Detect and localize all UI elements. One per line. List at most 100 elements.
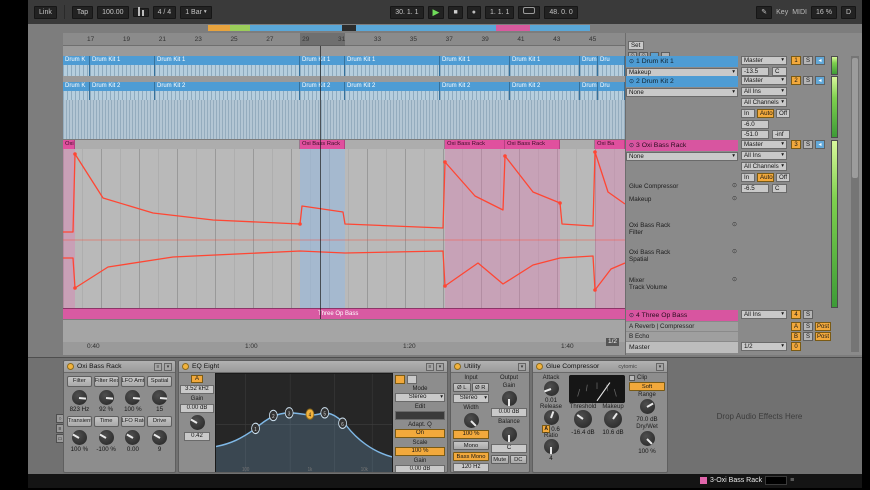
audio-clip[interactable]: Drum [580, 56, 598, 76]
audio-clip[interactable]: Drum Kit 1 [440, 56, 510, 76]
band-frequency-field[interactable]: 3.52 kHz [180, 385, 214, 394]
audio-clip[interactable]: Drum Kit 2 [300, 82, 345, 100]
macro-value[interactable]: -100 % [94, 446, 119, 453]
macro-button[interactable]: LFO Amt [120, 376, 146, 387]
return-b-activator[interactable]: B [791, 332, 801, 341]
output-chooser-track2[interactable]: Master [741, 76, 787, 85]
range-value[interactable]: 70.0 dB [629, 416, 665, 423]
eq-spectrum-display[interactable]: 1 2 3 4 5 6 100 1k 10k [215, 373, 393, 473]
device-chooser-track3[interactable]: None [626, 152, 738, 161]
return-track-a-header[interactable]: A Reverb | Compressor [626, 322, 738, 331]
macro-value[interactable]: 9 [147, 446, 172, 453]
hot-swap-icon[interactable]: ≡ [154, 362, 162, 371]
clip-title-bar[interactable]: Drum Kit 2 [90, 82, 154, 91]
master-output-chooser[interactable]: 1/2 [741, 342, 787, 351]
device-eq-eight[interactable]: EQ Eight ≡ ▾ A 3.52 kHz Gain 0.00 dB 0.42 [178, 360, 448, 473]
return-track-b-header[interactable]: B Echo [626, 332, 738, 341]
key-map-button[interactable]: Key [776, 9, 788, 16]
automation-curves[interactable] [63, 140, 625, 308]
clip-title-bar[interactable]: Drum K [63, 82, 89, 91]
adaptq-toggle[interactable]: On [395, 429, 445, 438]
automation-lane-device[interactable]: Makeup ⊙ [629, 196, 737, 203]
release-value[interactable]: 0.6 [551, 426, 560, 433]
link-button[interactable]: Link [34, 5, 57, 19]
draw-mode-button[interactable]: ✎ [756, 5, 773, 19]
clip-title-bar[interactable]: Drum K [63, 56, 89, 65]
clip-title-bar[interactable]: Drum Kit 2 [440, 82, 509, 91]
input-channel-chooser-track2[interactable]: All Channels [741, 98, 787, 107]
clip-title-bar[interactable]: Drum Kit 1 [510, 56, 579, 65]
threshold-value[interactable]: -16.4 dB [569, 429, 597, 436]
device-title-bar[interactable]: Oxi Bass Rack ≡ ▾ [64, 361, 175, 373]
eq-curve[interactable]: 1 2 3 4 5 6 100 1k 10k [215, 374, 393, 473]
time-selection-marker[interactable] [300, 33, 345, 46]
soft-clip-toggle[interactable]: Soft [629, 382, 665, 391]
solo-button-track3[interactable]: S [803, 140, 813, 149]
solo-button-return-b[interactable]: S [803, 332, 813, 341]
macro-button[interactable]: Transient [67, 416, 92, 427]
clip-title-bar[interactable]: Dru [598, 82, 624, 91]
bass-mono-freq-field[interactable]: 120 Hz [453, 463, 489, 472]
macro-value[interactable]: 100 % [67, 446, 92, 453]
volume-field-track2[interactable]: -6.0 [741, 120, 769, 129]
device-drop-zone[interactable]: Drop Audio Effects Here [670, 360, 849, 473]
macro-button[interactable]: LFO Rate [120, 416, 146, 427]
monitor-off-track3[interactable]: Off [776, 173, 790, 182]
volume-field-track3[interactable]: -6.5 [741, 184, 769, 193]
threshold-knob[interactable] [574, 410, 592, 428]
automation-lane-device[interactable]: Mixer Track Volume ⊙ [629, 277, 737, 291]
track-lane-oxi-bass-rack[interactable]: Oxi BasOxi Bass RackOxi Bass RackOxi Bas… [63, 140, 625, 308]
fold-device-icon[interactable]: ▾ [518, 362, 526, 371]
tempo-field[interactable]: 100.00 [97, 5, 129, 19]
makeup-knob[interactable] [604, 410, 622, 428]
device-chooser-track2[interactable]: None [626, 88, 738, 97]
phase-left-button[interactable]: Ø L [453, 383, 471, 392]
ratio-knob[interactable] [543, 439, 559, 454]
time-signature-field[interactable]: 4 / 4 [152, 5, 177, 19]
arrangement-overview[interactable] [208, 25, 590, 31]
track-activator-track3[interactable]: 3 [791, 140, 801, 149]
stop-button[interactable]: ■ [448, 5, 463, 19]
expand-icon[interactable]: ⊙ [732, 183, 737, 190]
loop-length-field[interactable]: 48. 0. 0 [544, 5, 578, 19]
monitor-in-track2[interactable]: In [741, 109, 755, 118]
send-a-field-track2[interactable]: -51.0 [741, 130, 769, 139]
macro-knob[interactable] [98, 430, 114, 445]
device-glue-compressor[interactable]: Glue Compressor cytomic ▾ Attack 0.01 Re… [532, 360, 668, 473]
attack-knob[interactable] [543, 381, 559, 396]
macro-knob[interactable] [71, 390, 87, 405]
audio-clip[interactable]: Drum Kit 1 [345, 56, 440, 76]
clip-title-bar[interactable]: Drum Kit 1 [300, 56, 344, 65]
device-title-bar[interactable]: Utility ▾ [451, 361, 529, 373]
fold-icon[interactable]: ⊙ [629, 79, 634, 85]
track-activator-track2[interactable]: 2 [791, 76, 801, 85]
width-field[interactable]: 100 % [453, 430, 489, 439]
fold-device-icon[interactable]: ▾ [164, 362, 172, 371]
width-knob[interactable] [463, 413, 479, 428]
solo-button-track1[interactable]: S [803, 56, 813, 65]
track-header-drum-kit-1[interactable]: ⊙ 1 Drum Kit 1 [626, 56, 738, 67]
pan-field-track1[interactable]: C [772, 67, 787, 76]
input-chooser-track4[interactable]: All Ins [741, 310, 787, 319]
monitor-in-track3[interactable]: In [741, 173, 755, 182]
clip-title-bar[interactable]: Drum Kit 2 [345, 82, 439, 91]
audio-clip[interactable]: Drum Kit 2 [440, 82, 510, 100]
loop-start-field[interactable]: 1. 1. 1 [484, 5, 515, 19]
pan-field-track3[interactable]: C [772, 184, 787, 193]
audio-clip[interactable]: Drum Kit 2 [510, 82, 580, 100]
audio-clip[interactable]: Drum K [63, 82, 90, 100]
ratio-value[interactable]: 4 [535, 455, 567, 462]
monitor-auto-track2[interactable]: Auto [757, 109, 774, 118]
clip-title-bar[interactable]: Dru [598, 56, 624, 65]
loop-toggle[interactable] [518, 5, 541, 19]
gain-field[interactable]: 0.00 dB [491, 408, 527, 417]
expand-icon[interactable]: ⊙ [732, 222, 737, 229]
arrangement-position-display[interactable]: 30. 1. 1 [390, 5, 424, 19]
audio-clip[interactable]: Drum Kit 1 [300, 56, 345, 76]
expand-icon[interactable]: ⊙ [732, 196, 737, 203]
clip-title-bar[interactable]: Drum Kit 1 [90, 56, 154, 65]
macro-knob[interactable] [152, 390, 168, 405]
hot-swap-icon[interactable]: ≡ [426, 362, 434, 371]
audio-clip[interactable]: Drum Kit 1 [90, 56, 155, 76]
drywet-knob[interactable] [639, 431, 655, 446]
